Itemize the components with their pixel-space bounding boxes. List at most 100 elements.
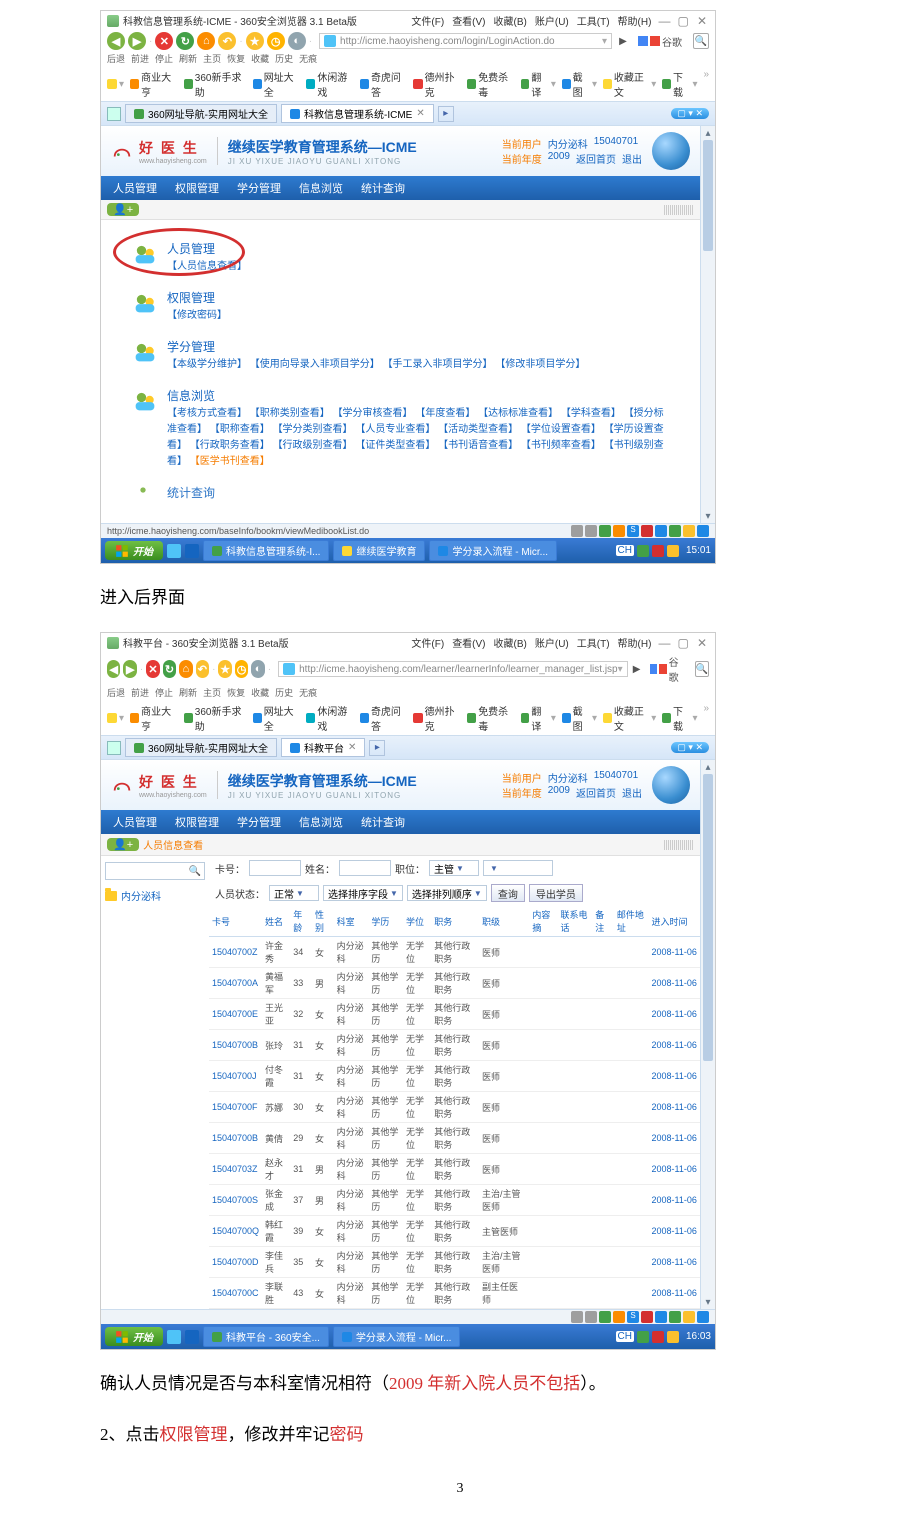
nav-credit[interactable]: 学分管理: [237, 814, 281, 830]
lang-indicator[interactable]: CH: [616, 545, 634, 556]
tab-active[interactable]: 科教信息管理系统-ICME ✕: [281, 104, 434, 123]
section-link[interactable]: 【书刊频率查看】: [521, 440, 601, 451]
bookmark-item[interactable]: 德州扑克: [413, 69, 461, 99]
systray-icon[interactable]: [652, 545, 664, 557]
column-header[interactable]: 备注: [592, 906, 614, 937]
scroll-up-icon[interactable]: ▴: [701, 126, 715, 140]
section-link[interactable]: 【行政职务查看】: [190, 440, 270, 451]
sidebar-folder[interactable]: 内分泌科: [105, 888, 205, 903]
nav-info[interactable]: 信息浏览: [299, 180, 343, 196]
section-link[interactable]: 【达标标准查看】: [478, 408, 558, 419]
back-home-link[interactable]: 返回首页: [576, 151, 616, 166]
bookmark-item[interactable]: 360新手求助: [184, 69, 247, 99]
menu-help[interactable]: 帮助(H): [618, 635, 652, 650]
menu-fav[interactable]: 收藏(B): [494, 635, 527, 650]
maximize-icon[interactable]: ▢: [676, 636, 690, 650]
taskbar-item[interactable]: 科教平台 - 360安全...: [203, 1326, 329, 1347]
scroll-up-icon[interactable]: ▴: [701, 760, 715, 774]
menu-file[interactable]: 文件(F): [411, 635, 444, 650]
bookmark-item[interactable]: ▾: [107, 79, 124, 90]
table-row[interactable]: 15040700C李联胜43女内分泌科其他学历无学位其他行政职务副主任医师200…: [209, 1278, 700, 1309]
new-tab-icon[interactable]: ▸: [438, 106, 454, 122]
scroll-down-icon[interactable]: ▾: [701, 1295, 715, 1309]
quicklaunch-icon[interactable]: [167, 1330, 181, 1344]
vertical-scrollbar[interactable]: ▴ ▾: [700, 126, 715, 523]
post-select-2[interactable]: ▼: [483, 860, 553, 876]
bookmark-download[interactable]: 下载▾: [662, 703, 697, 733]
nav-personnel[interactable]: 人员管理: [113, 814, 157, 830]
restore-icon[interactable]: ↶: [196, 660, 209, 678]
tray-icon[interactable]: S: [627, 1311, 639, 1323]
bookmark-translate[interactable]: 翻译▾: [521, 69, 556, 99]
bookmark-item[interactable]: 360新手求助: [184, 703, 247, 733]
column-header[interactable]: 年龄: [290, 906, 312, 937]
bookmark-item[interactable]: 商业大亨: [130, 703, 178, 733]
sort-order-select[interactable]: 选择排列顺序▼: [407, 885, 487, 901]
bookmark-item[interactable]: 休闲游戏: [306, 69, 354, 99]
start-button[interactable]: 开始: [105, 1327, 163, 1346]
lang-indicator[interactable]: CH: [616, 1331, 634, 1342]
table-row[interactable]: 15040700Q韩红霞39女内分泌科其他学历无学位其他行政职务主管医师2008…: [209, 1216, 700, 1247]
menu-account[interactable]: 账户(U): [535, 13, 569, 28]
restore-icon[interactable]: ↶: [218, 32, 236, 50]
bookmark-screenshot[interactable]: 截图▾: [562, 703, 597, 733]
tray-icon[interactable]: [613, 1311, 625, 1323]
history-icon[interactable]: ◷: [235, 660, 248, 678]
table-row[interactable]: 15040700B黄倩29女内分泌科其他学历无学位其他行政职务医师2008-11…: [209, 1123, 700, 1154]
quicklaunch-icon[interactable]: [185, 1330, 199, 1344]
tray-icon[interactable]: [599, 525, 611, 537]
bookmark-item[interactable]: ▾: [107, 713, 124, 724]
stop-icon[interactable]: ✕: [155, 32, 173, 50]
close-icon[interactable]: ✕: [695, 636, 709, 650]
section-link[interactable]: 【书刊语音查看】: [438, 440, 518, 451]
column-header[interactable]: 姓名: [262, 906, 290, 937]
table-row[interactable]: 15040700D李佳兵35女内分泌科其他学历无学位其他行政职务主治/主管医师2…: [209, 1247, 700, 1278]
table-row[interactable]: 15040700B张玲31女内分泌科其他学历无学位其他行政职务医师2008-11…: [209, 1030, 700, 1061]
status-select[interactable]: 正常▼: [269, 885, 319, 901]
back-home-link[interactable]: 返回首页: [576, 785, 616, 800]
back-icon[interactable]: ◀: [107, 660, 120, 678]
bookmark-download[interactable]: 下载▾: [662, 69, 697, 99]
card-input[interactable]: [249, 860, 301, 876]
tab-tools-icon[interactable]: ▢ ▾ ✕: [671, 742, 709, 753]
tab-close-icon[interactable]: ✕: [348, 742, 356, 753]
menu-view[interactable]: 查看(V): [452, 13, 485, 28]
nav-info[interactable]: 信息浏览: [299, 814, 343, 830]
section-link[interactable]: 【证件类型查看】: [355, 440, 435, 451]
tab-restore-icon[interactable]: [107, 741, 121, 755]
section-link[interactable]: 【手工录入非项目学分】: [383, 359, 493, 370]
tray-icon[interactable]: [697, 1311, 709, 1323]
search-icon[interactable]: 🔍: [693, 33, 709, 49]
taskbar-item[interactable]: 继续医学教育: [333, 540, 425, 561]
tray-icon[interactable]: [641, 1311, 653, 1323]
incognito-icon[interactable]: ◐: [251, 660, 264, 678]
tray-icon[interactable]: [641, 525, 653, 537]
section-title[interactable]: 统计查询: [167, 484, 670, 501]
tray-icon[interactable]: [669, 1311, 681, 1323]
column-header[interactable]: 卡号: [209, 906, 262, 937]
bookmark-item[interactable]: 奇虎问答: [360, 703, 408, 733]
tray-icon[interactable]: [599, 1311, 611, 1323]
bookmark-item[interactable]: 商业大亨: [130, 69, 178, 99]
scroll-down-icon[interactable]: ▾: [701, 509, 715, 523]
column-header[interactable]: 联系电话: [558, 906, 593, 937]
bookmark-item[interactable]: 网址大全: [253, 703, 301, 733]
table-row[interactable]: 15040700S张金成37男内分泌科其他学历无学位其他行政职务主治/主管医师2…: [209, 1185, 700, 1216]
bookmark-item[interactable]: 休闲游戏: [306, 703, 354, 733]
systray-icon[interactable]: [667, 545, 679, 557]
exit-link[interactable]: 退出: [622, 151, 642, 166]
nav-credit[interactable]: 学分管理: [237, 180, 281, 196]
tray-icon[interactable]: [571, 525, 583, 537]
incognito-icon[interactable]: ◐: [288, 32, 306, 50]
history-icon[interactable]: ◷: [267, 32, 285, 50]
add-button[interactable]: 👤+: [107, 203, 139, 216]
tab-tools-icon[interactable]: ▢ ▾ ✕: [671, 108, 709, 119]
forward-icon[interactable]: ▶: [128, 32, 146, 50]
table-row[interactable]: 15040700F苏娜30女内分泌科其他学历无学位其他行政职务医师2008-11…: [209, 1092, 700, 1123]
section-link[interactable]: 【人员专业查看】: [355, 424, 435, 435]
column-header[interactable]: 职级: [479, 906, 529, 937]
section-link[interactable]: 【活动类型查看】: [438, 424, 518, 435]
table-row[interactable]: 15040703Z赵永才31男内分泌科其他学历无学位其他行政职务医师2008-1…: [209, 1154, 700, 1185]
menu-tools[interactable]: 工具(T): [577, 13, 610, 28]
section-link[interactable]: 【学科查看】: [561, 408, 621, 419]
